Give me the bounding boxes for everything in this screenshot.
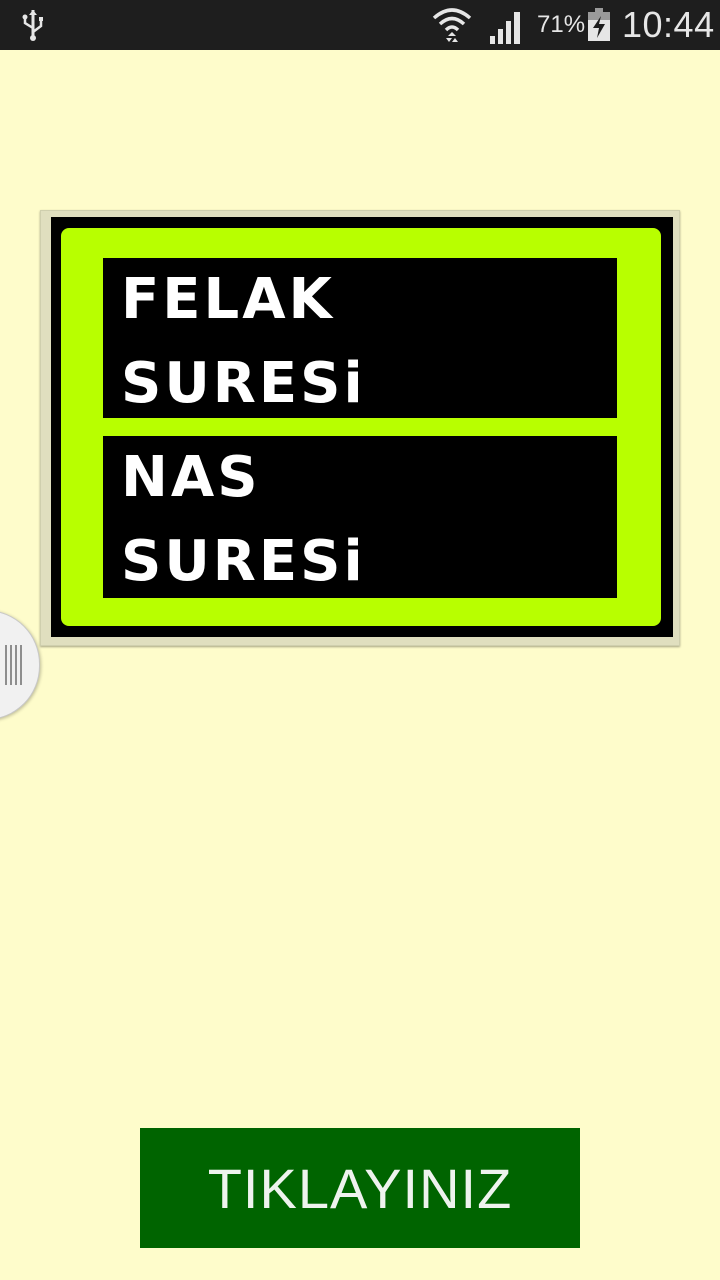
nas-label-box: NAS SURESi xyxy=(103,436,617,598)
side-drawer-handle[interactable] xyxy=(0,610,40,720)
signal-icon xyxy=(490,12,520,44)
battery-percent: 71% xyxy=(537,11,586,38)
grip-icon xyxy=(5,645,25,685)
battery-charging-icon xyxy=(588,8,610,41)
felak-subtitle: SURESi xyxy=(121,351,366,416)
title-image-border: FELAK SURESi NAS SURESi xyxy=(51,217,673,637)
felak-title: FELAK xyxy=(121,267,335,332)
wifi-icon xyxy=(432,8,472,42)
clock-time: 10:44 xyxy=(622,4,715,45)
title-image-panel: FELAK SURESi NAS SURESi xyxy=(61,228,661,626)
status-bar: 71% 10:44 xyxy=(0,0,720,50)
usb-icon xyxy=(22,10,43,41)
tiklayiniz-button[interactable]: TIKLAYINIZ xyxy=(140,1128,580,1248)
felak-label-box: FELAK SURESi xyxy=(103,258,617,418)
nas-title: NAS xyxy=(121,445,261,510)
title-image: FELAK SURESi NAS SURESi xyxy=(40,210,680,646)
nas-subtitle: SURESi xyxy=(121,529,366,594)
